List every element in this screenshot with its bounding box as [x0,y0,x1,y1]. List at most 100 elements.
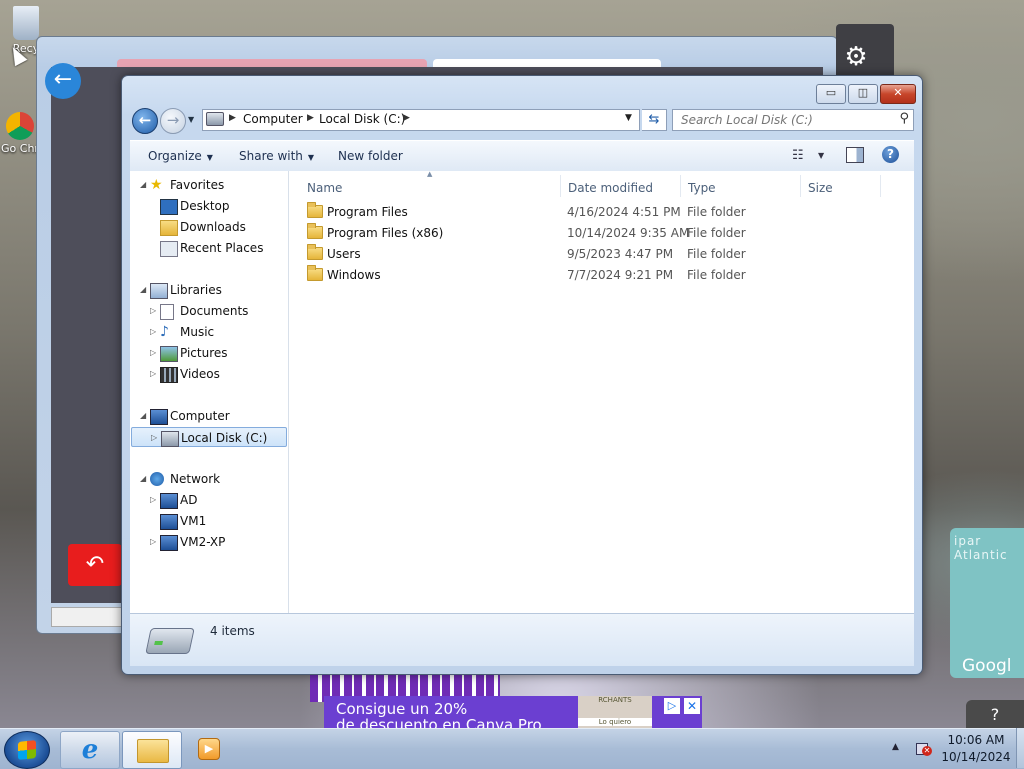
change-view-icon[interactable]: ☷ [792,148,804,163]
close-button[interactable]: ✕ [880,84,916,104]
expand-icon[interactable]: ▷ [150,364,156,384]
media-player-icon[interactable]: ▶ [198,738,220,760]
nav-libraries[interactable]: ◢ Libraries [130,280,286,300]
taskbar: e [0,728,1024,769]
star-icon: ★ [150,177,163,193]
table-row[interactable]: Windows 7/7/2024 9:21 PM File folder [303,265,903,285]
column-divider[interactable] [560,175,561,197]
back-button[interactable]: ← [132,108,158,134]
chevron-down-icon: ▼ [307,153,315,162]
share-with-button[interactable]: Share with ▼ [239,149,314,163]
breadcrumb-computer[interactable]: Computer [243,112,303,126]
new-folder-button[interactable]: New folder [338,149,403,163]
taskbar-internet-explorer[interactable]: e [60,731,120,769]
search-box[interactable]: ⚲ [672,109,914,131]
file-type: File folder [687,226,746,240]
column-header-type[interactable]: Type [688,181,716,195]
table-row[interactable]: Users 9/5/2023 4:47 PM File folder [303,244,903,264]
windows-logo-icon [18,740,36,760]
ad-close-icon: ✕ [684,698,700,714]
start-button[interactable] [4,731,50,769]
nav-pictures[interactable]: ▷ Pictures [130,343,286,363]
address-dropdown-icon[interactable]: ▼ [625,113,632,123]
expand-icon[interactable]: ▷ [150,490,156,510]
breadcrumb-local-disk[interactable]: Local Disk (C:) [319,112,405,126]
collapse-icon[interactable]: ◢ [140,469,146,489]
nav-ad[interactable]: ▷ AD [130,490,286,510]
recent-pages-dropdown-icon[interactable]: ▼ [188,115,196,124]
organize-button[interactable]: Organize ▼ [148,149,213,163]
expand-icon[interactable]: ▷ [150,343,156,363]
network-status-icon[interactable]: ✕ [914,740,932,758]
expand-icon[interactable]: ▷ [150,322,156,342]
nav-music[interactable]: ▷ ♪ Music [130,322,286,342]
collapse-icon[interactable]: ◢ [140,175,146,195]
film-strip-icon [160,367,178,383]
nav-network[interactable]: ◢ Network [130,469,286,489]
preview-pane-icon[interactable] [846,147,864,163]
minimize-button[interactable]: ▭ [816,84,846,104]
clock-date[interactable]: 10/14/2024 [936,750,1016,764]
nav-favorites[interactable]: ◢ ★ Favorites [130,175,286,195]
command-bar: Organize ▼ Share with ▼ New folder ☷ ▼ ? [130,140,914,172]
hard-drive-icon [161,431,179,447]
address-bar[interactable]: ▶ Computer ▶ Local Disk (C:) ▶ ▼ [202,109,640,131]
nav-recent-places[interactable]: Recent Places [130,238,286,258]
view-options-dropdown-icon[interactable]: ▼ [818,151,824,160]
clock-time[interactable]: 10:06 AM [936,733,1016,747]
nav-desktop[interactable]: Desktop [130,196,286,216]
nav-documents[interactable]: ▷ Documents [130,301,286,321]
google-logo: Googl [962,656,1012,676]
refresh-button[interactable]: ⇆ [642,109,667,131]
breadcrumb-separator-icon[interactable]: ▶ [403,113,410,123]
show-hidden-icons-icon[interactable]: ▲ [892,742,899,752]
nav-label: Libraries [170,283,222,297]
nav-local-disk[interactable]: ▷ Local Disk (C:) [131,427,287,447]
file-type: File folder [687,268,746,282]
computer-icon [206,112,224,126]
show-desktop-button[interactable] [1016,728,1024,768]
chrome-shortcut[interactable]: Go Chr [0,112,40,155]
column-header-name[interactable]: Name [307,181,342,195]
search-icon[interactable]: ⚲ [899,111,909,126]
ad-photo: RCHANTS Lo quiero [578,696,652,728]
file-date: 4/16/2024 4:51 PM [567,205,681,219]
table-row[interactable]: Program Files (x86) 10/14/2024 9:35 AM F… [303,223,903,243]
navigation-pane[interactable]: ◢ ★ Favorites Desktop Downloads Recent P… [130,171,289,613]
help-icon[interactable]: ? [882,146,899,163]
folder-icon [307,244,323,260]
column-header-date[interactable]: Date modified [568,181,653,195]
nav-downloads[interactable]: Downloads [130,217,286,237]
expand-icon[interactable]: ▷ [150,532,156,552]
nav-computer[interactable]: ◢ Computer [130,406,286,426]
collapse-icon[interactable]: ◢ [140,406,146,426]
breadcrumb-separator-icon[interactable]: ▶ [307,113,314,123]
downloads-folder-icon [160,220,178,236]
file-name: Program Files (x86) [327,226,444,240]
search-input[interactable] [679,112,883,128]
nav-label: Favorites [170,178,225,192]
nav-label: Desktop [180,199,230,213]
column-divider[interactable] [800,175,801,197]
explorer-window[interactable]: ▭ ◫ ✕ ← → ▼ ▶ Computer ▶ Local Disk (C:)… [121,75,923,675]
file-date: 7/7/2024 9:21 PM [567,268,674,282]
expand-icon[interactable]: ▷ [151,428,157,448]
ad-line-2: de descuento en Canva Pro [336,716,542,728]
maximize-button[interactable]: ◫ [848,84,878,104]
expand-icon[interactable]: ▷ [150,301,156,321]
nav-vm2-xp[interactable]: ▷ VM2-XP [130,532,286,552]
back-arrow-icon: ← [45,63,81,99]
column-divider[interactable] [880,175,881,197]
breadcrumb-separator-icon[interactable]: ▶ [229,113,236,123]
file-list[interactable]: ▲ Name Date modified Type Size Program F… [289,170,914,613]
collapse-icon[interactable]: ◢ [140,280,146,300]
taskbar-windows-explorer[interactable] [122,731,182,769]
network-computer-icon [160,514,178,530]
forward-button[interactable]: → [160,108,186,134]
nav-vm1[interactable]: VM1 [130,511,286,531]
folder-icon [307,223,323,239]
table-row[interactable]: Program Files 4/16/2024 4:51 PM File fol… [303,202,903,222]
column-divider[interactable] [680,175,681,197]
nav-videos[interactable]: ▷ Videos [130,364,286,384]
column-header-size[interactable]: Size [808,181,833,195]
